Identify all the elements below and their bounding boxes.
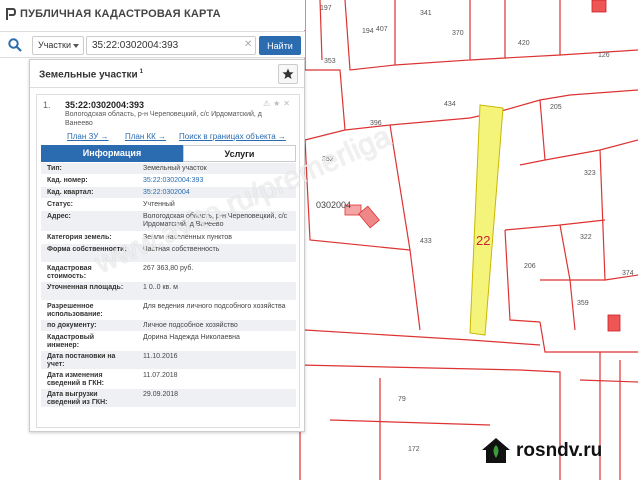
quarter-label: 0302004	[316, 200, 352, 210]
card-actions[interactable]: ⚠★✕	[263, 99, 293, 108]
info-row-by-document: по документу: Личное подсобное хозяйство	[41, 320, 296, 332]
star-outline-icon[interactable]: ★	[273, 99, 283, 108]
parcel-label: 374	[622, 270, 634, 277]
search-type-select[interactable]: Участки	[32, 36, 84, 55]
parcel-id[interactable]: 35:22:0302004:393	[65, 100, 144, 110]
info-key: Уточненная площадь:	[47, 284, 124, 291]
house-icon	[482, 438, 510, 463]
find-button[interactable]: Найти	[259, 36, 301, 55]
info-row-engineer: Кадастровый инженер: Дорина Надежда Никол…	[41, 332, 296, 351]
info-value: Дорина Надежда Николаевна	[143, 334, 240, 341]
parcel-label: 433	[420, 238, 432, 245]
info-row-type: Тип: Земельный участок	[41, 163, 296, 175]
tab-bar: Информация Услуги	[41, 145, 296, 162]
chevron-down-icon	[73, 44, 79, 48]
parcel-label: 206	[524, 263, 536, 270]
result-card: 1. 35:22:0302004:393 Вологодская область…	[36, 94, 300, 428]
result-index: 1.	[43, 100, 51, 110]
parcel-label: 370	[452, 30, 464, 37]
search-in-bounds-link[interactable]: Поиск в границах объекта →	[179, 132, 286, 141]
parcel-label: 205	[550, 104, 562, 111]
search-input[interactable]	[86, 36, 256, 55]
parcel-label: 407	[376, 26, 388, 33]
info-key: Статус:	[47, 201, 73, 208]
plan-zu-link[interactable]: План ЗУ →	[67, 132, 109, 141]
panel-header: Земельные участки 1	[30, 60, 304, 88]
info-key: Тип:	[47, 165, 62, 172]
parcel-label: 341	[420, 10, 432, 17]
info-key: по документу:	[47, 322, 97, 329]
parcel-label: 197	[320, 5, 332, 12]
info-key: Кад. номер:	[47, 177, 88, 184]
panel-title: Земельные участки 1	[39, 69, 143, 81]
info-key: Кадастровый инженер:	[47, 334, 95, 349]
info-row-export-date: Дата выгрузки сведений из ГКН: 29.09.2018	[41, 389, 296, 408]
warning-icon[interactable]: ⚠	[263, 99, 273, 108]
tab-information[interactable]: Информация	[41, 145, 183, 162]
info-row-registration-date: Дата постановки на учет: 11.10.2016	[41, 351, 296, 370]
search-bar: Участки ✕ Найти	[0, 31, 305, 58]
info-key: Дата выгрузки сведений из ГКН:	[47, 391, 108, 406]
parcel-label: 359	[577, 300, 589, 307]
parcel-address: Вологодская область, р-н Череповецкий, с…	[65, 111, 262, 127]
parcel-label: 126	[598, 52, 610, 59]
parcel-label: 420	[518, 40, 530, 47]
app-header: ПУБЛИЧНАЯ КАДАСТРОВАЯ КАРТА	[0, 0, 305, 30]
parcel-label: 172	[408, 446, 420, 453]
info-key: Разрешенное использование:	[47, 303, 103, 318]
parcel-label: 434	[444, 101, 456, 108]
quarter-number-label: 22	[476, 233, 491, 248]
info-key: Дата постановки на учет:	[47, 353, 116, 368]
result-count: 1	[139, 69, 143, 75]
info-row-cad-cost: Кадастровая стоимость: 267 363,80 руб.	[41, 263, 296, 282]
parcel-label: 322	[580, 234, 592, 241]
info-value: 29.09.2018	[143, 391, 179, 398]
brand-text: rosndv.ru	[516, 440, 603, 461]
info-row-area: Уточненная площадь: 1 0..0 кв. м	[41, 282, 296, 301]
info-value: Личное подсобное хозяйство	[143, 322, 238, 329]
parcel-label: 79	[398, 396, 406, 403]
info-value: 11.10.2016	[143, 353, 178, 360]
info-row-change-date: Дата изменения сведений в ГКН: 11.07.2018	[41, 370, 296, 389]
plan-kk-link[interactable]: План КК →	[125, 132, 166, 141]
tab-services[interactable]: Услуги	[183, 145, 296, 162]
favorite-button[interactable]	[278, 64, 298, 84]
search-icon[interactable]	[8, 38, 22, 52]
info-value: 267 363,80 руб.	[143, 265, 194, 272]
info-key: Кад. квартал:	[47, 189, 94, 196]
info-key: Адрес:	[47, 213, 71, 220]
clear-icon[interactable]: ✕	[244, 39, 252, 50]
parcel-label: 353	[324, 58, 336, 65]
search-type-label: Участки	[38, 40, 71, 50]
parcel-label: 323	[584, 170, 596, 177]
info-value: Для ведения личного подсобного хозяйства	[143, 303, 286, 310]
parcel-label: 194	[362, 28, 374, 35]
brand-logo: rosndv.ru	[480, 436, 602, 466]
info-value: 11.07.2018	[143, 372, 178, 379]
app-title: ПУБЛИЧНАЯ КАДАСТРОВАЯ КАРТА	[20, 8, 221, 20]
info-key: Дата изменения сведений в ГКН:	[47, 372, 104, 387]
info-row-permitted-use: Разрешенное использование: Для ведения ли…	[41, 301, 296, 320]
info-value: 1 0..0 кв. м	[143, 284, 178, 291]
star-icon	[282, 68, 294, 79]
map-logo-icon	[6, 8, 16, 20]
close-icon[interactable]: ✕	[283, 99, 293, 108]
